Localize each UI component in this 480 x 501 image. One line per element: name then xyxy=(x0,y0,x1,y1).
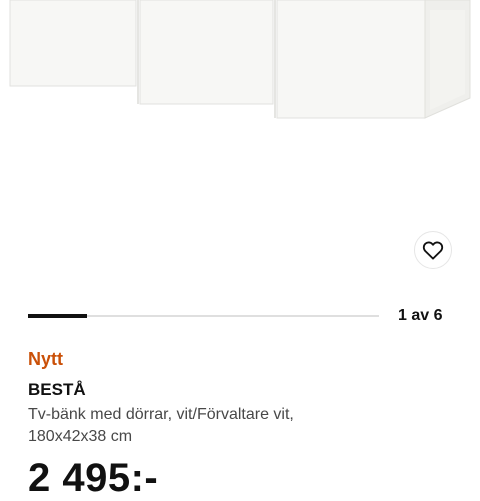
cabinet-doors xyxy=(9,0,426,119)
product-image[interactable] xyxy=(0,0,480,290)
product-description: Tv-bänk med dörrar, vit/Förvaltare vit, … xyxy=(28,404,448,448)
product-dimensions: 180x42x38 cm xyxy=(28,428,133,445)
product-description-line: Tv-bänk med dörrar, vit/Förvaltare vit, xyxy=(28,406,294,423)
gallery-progress-fill xyxy=(28,314,87,318)
new-badge: Nytt xyxy=(28,349,63,369)
gallery-page-indicator: 1 av 6 xyxy=(398,307,443,324)
add-to-wishlist-button[interactable] xyxy=(414,231,452,269)
gallery-progress-bar[interactable] xyxy=(28,314,379,318)
product-name: BESTÅ xyxy=(28,380,86,399)
product-price: 2 495:- xyxy=(28,456,159,500)
heart-icon xyxy=(422,240,444,260)
